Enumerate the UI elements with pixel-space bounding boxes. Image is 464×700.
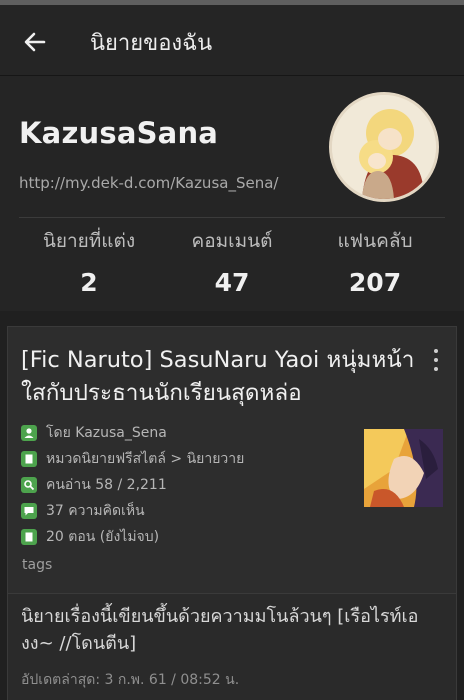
profile-username: KazusaSana bbox=[19, 116, 219, 150]
tags-label[interactable]: tags bbox=[22, 557, 52, 573]
stat-value: 47 bbox=[214, 268, 250, 297]
chapters-text: 20 ตอน (ยังไม่จบ) bbox=[46, 529, 160, 545]
profile-header: KazusaSana http://my.dek-d.com/Kazusa_Se… bbox=[0, 76, 464, 311]
novel-cover-image[interactable] bbox=[364, 429, 443, 507]
novel-author: โดย Kazusa_Sena bbox=[21, 423, 361, 443]
stat-fanclub[interactable]: แฟนคลับ 207 bbox=[305, 226, 445, 297]
stat-comments[interactable]: คอมเมนต์ 47 bbox=[162, 226, 302, 297]
novel-title[interactable]: [Fic Naruto] SasuNaru Yaoi หนุ่มหน้าใสกั… bbox=[21, 344, 416, 410]
profile-divider bbox=[19, 217, 445, 218]
person-icon bbox=[21, 425, 37, 441]
stat-novels[interactable]: นิยายที่แต่ง 2 bbox=[19, 226, 159, 297]
search-icon bbox=[21, 477, 37, 493]
arrow-left-icon[interactable] bbox=[22, 29, 48, 55]
novel-comments: 37 ความคิดเห็น bbox=[21, 501, 361, 521]
novel-chapters: 20 ตอน (ยังไม่จบ) bbox=[21, 527, 361, 547]
comments-text: 37 ความคิดเห็น bbox=[46, 503, 145, 519]
novel-readers: คนอ่าน 58 / 2,211 bbox=[21, 475, 361, 495]
novel-category: หมวดนิยายฟรีสไตล์ > นิยายวาย bbox=[21, 449, 361, 469]
app-bar: นิยายของฉัน bbox=[0, 5, 464, 76]
stat-value: 207 bbox=[348, 268, 402, 297]
profile-url[interactable]: http://my.dek-d.com/Kazusa_Sena/ bbox=[19, 174, 278, 192]
stat-label: คอมเมนต์ bbox=[191, 230, 273, 252]
novel-description: นิยายเรื่องนี้เขียนขึ้นด้วยความมโนล้วนๆ … bbox=[21, 606, 419, 654]
avatar[interactable] bbox=[329, 92, 439, 202]
book-icon bbox=[21, 451, 37, 467]
novel-card[interactable]: [Fic Naruto] SasuNaru Yaoi หนุ่มหน้าใสกั… bbox=[7, 326, 457, 700]
readers-text: คนอ่าน 58 / 2,211 bbox=[46, 477, 167, 493]
novel-card-header: [Fic Naruto] SasuNaru Yaoi หนุ่มหน้าใสกั… bbox=[8, 327, 456, 593]
page-title: นิยายของฉัน bbox=[90, 31, 213, 56]
stat-label: แฟนคลับ bbox=[337, 230, 413, 252]
more-vert-icon[interactable] bbox=[430, 349, 442, 379]
author-text[interactable]: โดย Kazusa_Sena bbox=[46, 422, 167, 444]
stat-label: นิยายที่แต่ง bbox=[42, 230, 136, 252]
last-updated: อัปเดตล่าสุด: 3 ก.พ. 61 / 08:52 น. bbox=[21, 672, 240, 688]
card-divider bbox=[8, 593, 456, 594]
comment-icon bbox=[21, 503, 37, 519]
document-icon bbox=[21, 529, 37, 545]
stat-value: 2 bbox=[80, 268, 98, 297]
category-text: หมวดนิยายฟรีสไตล์ > นิยายวาย bbox=[46, 451, 245, 467]
